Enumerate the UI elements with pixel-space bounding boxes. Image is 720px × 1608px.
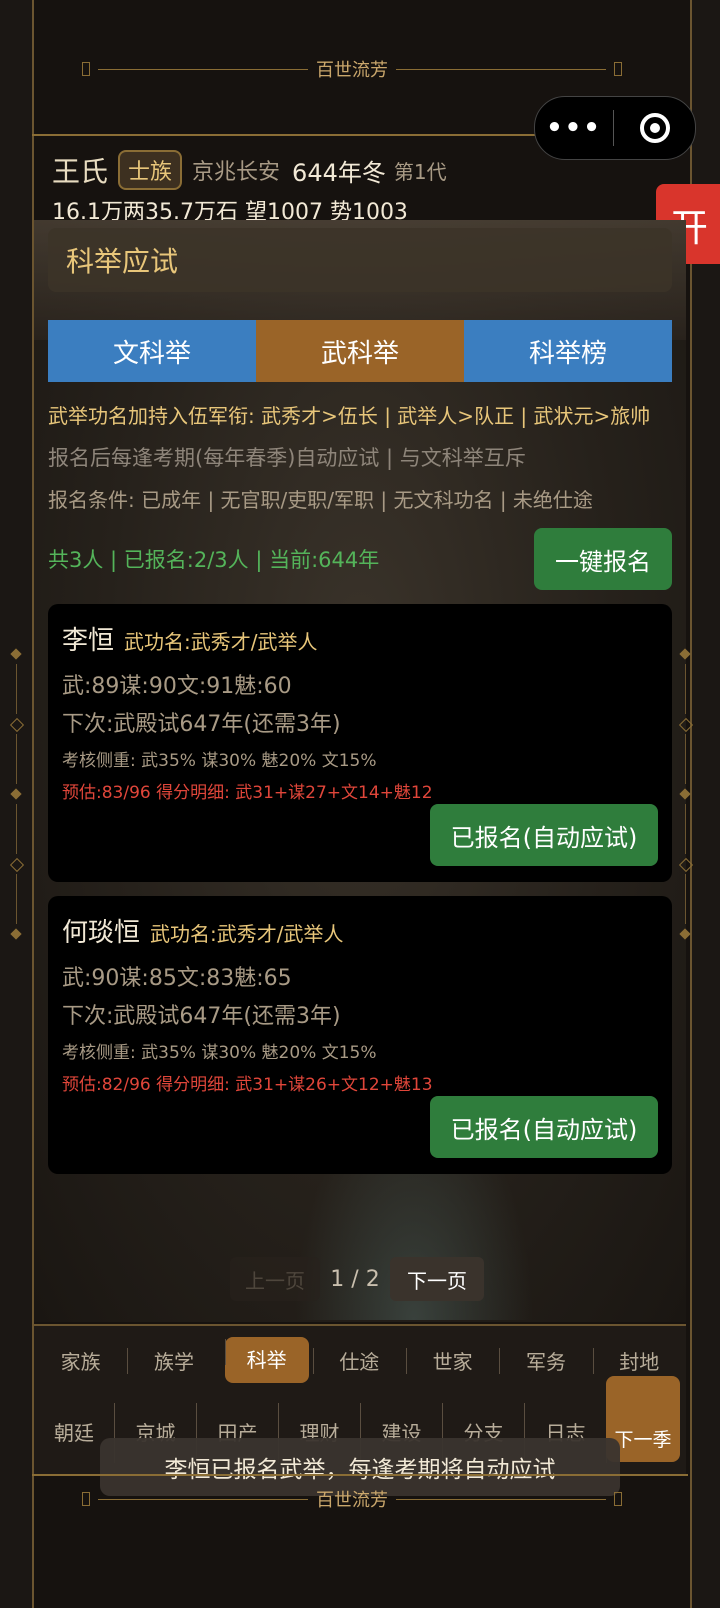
close-miniprogram-button[interactable] xyxy=(614,113,695,143)
rank-badge: 士族 xyxy=(118,150,183,190)
exam-weights: 考核侧重: 武35% 谋30% 魅20% 文15% xyxy=(62,1043,377,1063)
next-exam: 下次:武殿试647年(还需3年) xyxy=(62,1004,341,1029)
score-estimate: 预估:83/96 得分明细: 武31+谋27+文14+魅12 xyxy=(62,783,433,803)
nav-family[interactable]: 家族 xyxy=(34,1346,127,1375)
section-title: 科举应试 xyxy=(48,228,672,292)
left-ornament xyxy=(9,648,25,950)
nav-noble-houses[interactable]: 世家 xyxy=(405,1346,499,1375)
next-exam: 下次:武殿试647年(还需3年) xyxy=(62,712,341,737)
bottom-banner: 百世流芳 xyxy=(82,1488,622,1511)
exam-tabs: 文科举 武科举 科举榜 xyxy=(48,320,672,382)
candidate-name: 何琰恒 xyxy=(62,918,141,948)
nav-fief[interactable]: 封地 xyxy=(592,1346,686,1375)
tab-civil-exam[interactable]: 文科举 xyxy=(48,320,256,382)
nav-clan-school[interactable]: 族学 xyxy=(127,1346,220,1375)
current-year: 644年冬 xyxy=(292,158,386,187)
page-indicator: 1 / 2 xyxy=(330,1266,380,1292)
divider xyxy=(32,1474,688,1476)
candidate-stats: 武:90谋:85文:83魅:65 xyxy=(62,966,292,991)
signup-conditions: 报名条件: 已成年 | 无官职/吏职/军职 | 无文科功名 | 未绝仕途 xyxy=(48,488,593,512)
prev-page-button[interactable]: 上一页 xyxy=(230,1257,320,1301)
nav-military[interactable]: 军务 xyxy=(499,1346,592,1375)
candidate-name: 李恒 xyxy=(62,626,115,656)
target-icon xyxy=(639,113,670,143)
family-header: 王氏 士族 京兆长安 644年冬 第1代 16.1万两35.7万石 望1007 … xyxy=(52,150,652,226)
signup-status-button[interactable]: 已报名(自动应试) xyxy=(430,1096,658,1158)
primary-nav: 家族 族学 科举 仕途 世家 军务 封地 xyxy=(34,1324,686,1394)
tab-military-exam[interactable]: 武科举 xyxy=(256,320,464,382)
nav-exam[interactable]: 科举 xyxy=(224,1337,309,1383)
signup-count: 共3人 | 已报名:2/3人 | 当前:644年 xyxy=(48,548,380,572)
generation-label: 第1代 xyxy=(393,159,447,184)
pagination: 上一页 1 / 2 下一页 xyxy=(230,1256,500,1302)
exam-weights: 考核侧重: 武35% 谋30% 魅20% 文15% xyxy=(62,751,377,771)
next-page-button[interactable]: 下一页 xyxy=(390,1257,484,1301)
right-ornament xyxy=(678,648,694,950)
location-label: 京兆长安 xyxy=(192,160,281,185)
nav-career[interactable]: 仕途 xyxy=(312,1346,406,1375)
candidate-card: 何琰恒 武功名:武秀才/武举人 武:90谋:85文:83魅:65 下次:武殿试64… xyxy=(48,896,672,1174)
candidate-title: 武功名:武秀才/武举人 xyxy=(150,922,344,946)
signup-status-button[interactable]: 已报名(自动应试) xyxy=(430,804,658,866)
banner-title: 百世流芳 xyxy=(316,60,388,81)
tab-exam-ranking[interactable]: 科举榜 xyxy=(464,320,672,382)
banner-title: 百世流芳 xyxy=(316,1490,388,1511)
signup-all-button[interactable]: 一键报名 xyxy=(534,528,672,590)
candidate-stats: 武:89谋:90文:91魅:60 xyxy=(62,674,292,699)
rank-bonus-info: 武举功名加持入伍军衔: 武秀才>伍长 | 武举人>队正 | 武状元>旅帅 xyxy=(48,404,651,428)
family-name: 王氏 xyxy=(52,155,109,188)
score-estimate: 预估:82/96 得分明细: 武31+谋26+文12+魅13 xyxy=(62,1075,433,1095)
candidate-title: 武功名:武秀才/武举人 xyxy=(124,630,318,654)
auto-exam-info: 报名后每逢考期(每年春季)自动应试 | 与文科举互斥 xyxy=(48,446,526,470)
top-banner: 百世流芳 xyxy=(82,58,622,81)
candidate-card: 李恒 武功名:武秀才/武举人 武:89谋:90文:91魅:60 下次:武殿试647… xyxy=(48,604,672,882)
more-button[interactable]: ••• xyxy=(535,113,613,143)
